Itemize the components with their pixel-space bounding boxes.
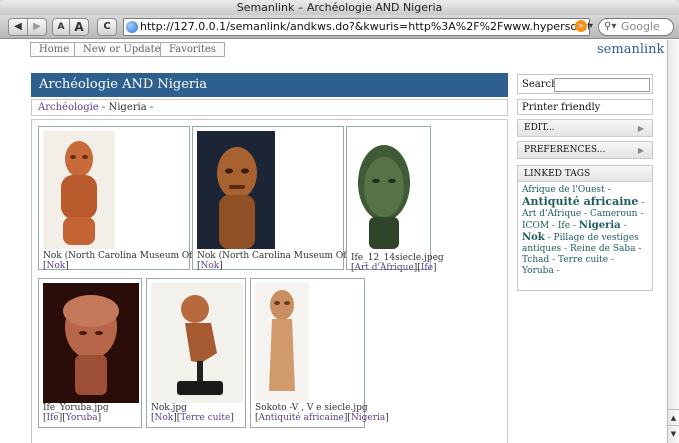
item-caption[interactable]: Nok (North Carolina Museum Of Art) [43,251,213,261]
scroll-down-icon[interactable]: ▼ [668,425,679,441]
tag-link[interactable]: Nok [47,261,66,271]
item-tags: [Nok] [197,261,223,271]
tag-art-afrique[interactable]: Art d'Afrique [522,209,581,219]
text-bigger-button[interactable]: A [69,18,89,36]
tag-yoruba[interactable]: Yoruba [522,266,554,276]
gallery-item: Nok (North Carolina Museum Of Art) [Nok] [192,126,367,271]
image-gallery: Nok (North Carolina Museum Of Art) [Nok]… [31,119,508,443]
item-caption[interactable]: Nok (North Carolina Museum Of Art) [197,251,367,261]
sokoto-figure-image[interactable] [255,283,309,401]
tag-reine-saba[interactable]: Reine de Saba [570,244,636,254]
item-tags: [Nok] [43,261,69,271]
sidebar-search: Search: [517,74,653,94]
gallery-item: Ife_Yoruba.jpg [Ife][Yoruba] [38,278,142,428]
tag-nigeria[interactable]: Nigeria [579,220,621,231]
breadcrumb: Archéologie - Nigeria - [31,99,508,116]
ife-bronze-head-image[interactable] [351,131,417,251]
nav-home[interactable]: Home [30,42,79,57]
address-url: http://127.0.0.1/semanlink/andkws.do?&kw… [140,20,589,33]
edit-menu[interactable]: EDIT... ▶ [517,119,653,137]
scroll-up-icon[interactable]: ▲ [668,409,679,425]
tag-nok[interactable]: Nok [522,232,545,243]
breadcrumb-nigeria[interactable]: Nigeria [108,102,146,113]
linked-tags-panel: LINKED TAGS Afrique de l'Ouest - Antiqui… [517,165,653,291]
tag-link[interactable]: Terre cuite [180,413,230,423]
tag-link[interactable]: Antiquité africaine [259,413,344,423]
brand-link[interactable]: semanlink [597,42,664,57]
item-caption[interactable]: Nok.jpg [151,403,187,413]
preferences-menu[interactable]: PREFERENCES... ▶ [517,141,653,159]
item-caption[interactable]: Ife_Yoruba.jpg [43,403,109,413]
nok-figure-image[interactable] [151,283,243,403]
text-smaller-button[interactable]: A [52,18,70,36]
tag-link[interactable]: Nok [201,261,220,271]
page-content: Home New or Updated Favorites semanlink … [0,40,667,443]
rss-icon[interactable]: » [575,20,587,32]
item-caption[interactable]: Ife_12_14siecle.jpeg [351,253,444,263]
gallery-item: Nok.jpg [Nok][Terre cuite] [146,278,246,428]
tag-link[interactable]: Art d'Afrique [355,263,414,273]
tag-cloud: Afrique de l'Ouest - Antiquité africaine… [522,185,645,276]
forward-button[interactable]: ▶ [27,18,47,36]
tag-icom[interactable]: ICOM [522,221,549,231]
globe-icon [126,21,138,33]
printer-friendly-link[interactable]: Printer friendly [517,99,653,115]
tag-cameroun[interactable]: Cameroun [590,209,637,219]
tag-afrique-ouest[interactable]: Afrique de l'Ouest [522,185,605,195]
gallery-item: Nok (North Carolina Museum Of Art) [Nok] [38,126,213,271]
nok-head-image[interactable] [197,131,275,249]
chevron-down-icon[interactable]: ▾ [589,21,593,30]
tag-tchad[interactable]: Tchad [522,255,549,265]
breadcrumb-archeologie[interactable]: Archéologie [38,102,99,113]
linked-tags-header: LINKED TAGS [518,166,652,182]
search-field[interactable]: ⚲▾ Google [598,18,674,36]
tag-antiquite-africaine[interactable]: Antiquité africaine [522,195,638,208]
tag-ife[interactable]: Ife [558,221,570,231]
item-tags: [Art d'Afrique][Ife] [351,263,437,273]
gallery-item: Sokoto -V , V e siecle.jpg [Antiquité af… [250,278,389,428]
chevron-right-icon: ▶ [637,124,644,133]
tag-link[interactable]: Ife [47,413,59,423]
tag-link[interactable]: Nigeria [351,413,385,423]
item-tags: [Antiquité africaine][Nigeria] [255,413,389,423]
item-tags: [Ife][Yoruba] [43,413,102,423]
item-tags: [Nok][Terre cuite] [151,413,234,423]
page-title: Archéologie AND Nigeria [31,73,508,97]
search-placeholder: Google [621,20,660,33]
window-title: Semanlink – Archéologie AND Nigeria [0,0,679,15]
tag-link[interactable]: Yoruba [66,413,98,423]
tag-link[interactable]: Nok [155,413,174,423]
nav-favorites[interactable]: Favorites [160,42,225,57]
item-caption[interactable]: Sokoto -V , V e siecle.jpg [255,403,368,413]
sidebar-search-input[interactable] [554,78,650,92]
reload-button[interactable]: C [97,18,117,36]
tag-terre-cuite[interactable]: Terre cuite [558,255,608,265]
chevron-right-icon: ▶ [637,146,644,155]
address-bar[interactable]: http://127.0.0.1/semanlink/andkws.do?&kw… [123,18,590,36]
browser-window: Semanlink – Archéologie AND Nigeria ◀ ▶ … [0,0,679,443]
back-button[interactable]: ◀ [8,18,28,36]
browser-toolbar: ◀ ▶ A A C http://127.0.0.1/semanlink/and… [0,15,679,39]
vertical-scrollbar[interactable]: ▲ ▼ [667,40,679,443]
search-icon: ⚲▾ [604,21,617,32]
ife-yoruba-head-image[interactable] [43,283,139,403]
nok-sculpture-image[interactable] [43,131,115,249]
gallery-item: Ife_12_14siecle.jpeg [Art d'Afrique][Ife… [346,126,444,273]
tag-link[interactable]: Ife [421,263,433,273]
